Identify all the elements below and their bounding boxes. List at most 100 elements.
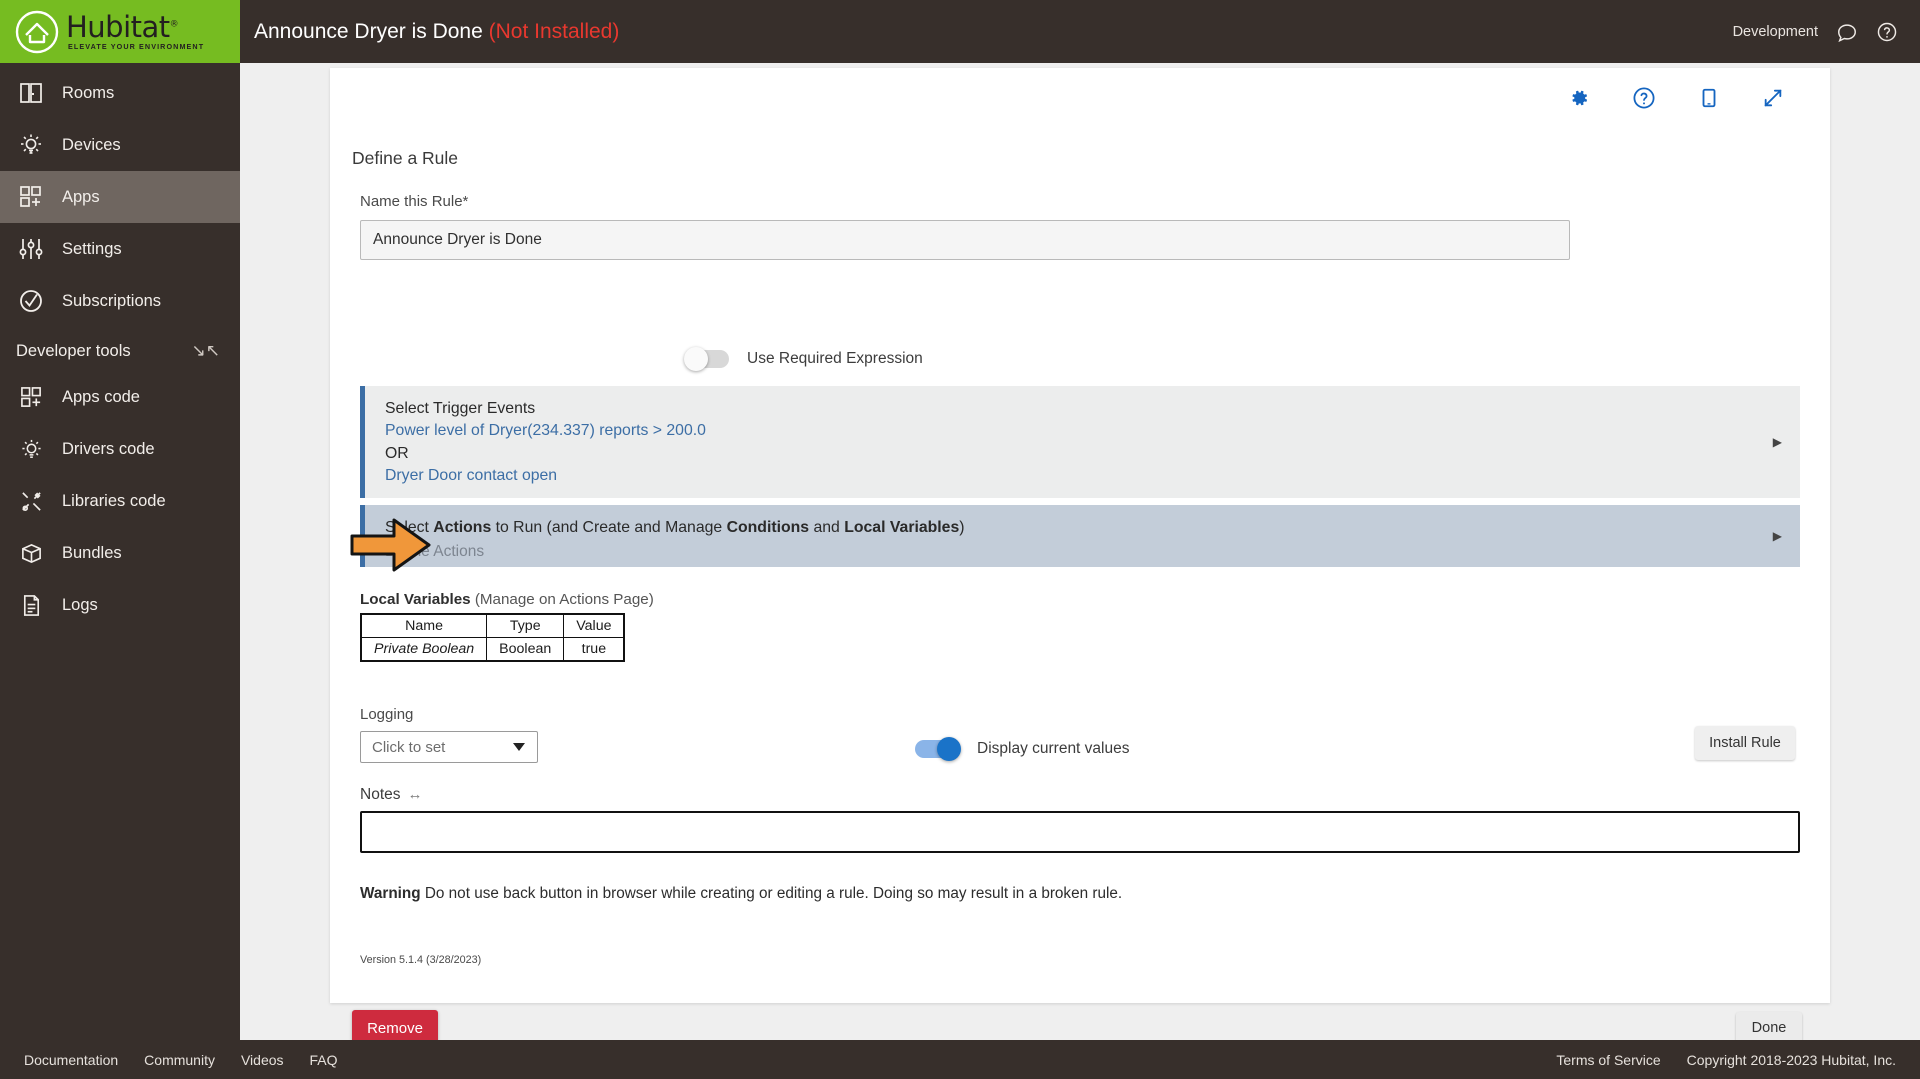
sidebar-item-rooms[interactable]: Rooms xyxy=(0,67,240,119)
chat-icon[interactable] xyxy=(1836,21,1858,43)
actions-heading-bold-actions: Actions xyxy=(433,519,492,536)
table-header-row: Name Type Value xyxy=(360,613,625,638)
sidebar-item-label: Bundles xyxy=(62,543,122,562)
warning-label: Warning xyxy=(360,885,421,902)
drivers-code-icon xyxy=(16,434,46,464)
expand-icon[interactable] xyxy=(1762,87,1784,109)
column-header-value: Value xyxy=(563,613,625,638)
hubitat-house-icon xyxy=(14,9,60,55)
footer-links-left: Documentation Community Videos FAQ xyxy=(24,1052,338,1068)
cell-variable-type: Boolean xyxy=(486,637,565,662)
rule-name-field-group: Name this Rule* xyxy=(360,193,1570,260)
required-expression-label: Use Required Expression xyxy=(747,350,923,367)
actions-heading: Select Actions to Run (and Create and Ma… xyxy=(385,517,1800,539)
libraries-code-icon xyxy=(16,486,46,516)
help-circle-icon[interactable] xyxy=(1632,86,1656,110)
sidebar: Hubitat® ELEVATE YOUR ENVIRONMENT Rooms xyxy=(0,0,240,1079)
developer-tools-header: Developer tools ↘↖ xyxy=(0,327,240,371)
chevron-down-icon xyxy=(513,743,525,751)
local-variables-section: Local Variables (Manage on Actions Page)… xyxy=(360,591,654,662)
sidebar-nav: Rooms Devices Apps Settings Subscription… xyxy=(0,63,240,1079)
actions-subtext: Define Actions xyxy=(385,543,485,561)
trigger-events-section[interactable]: Select Trigger Events Power level of Dry… xyxy=(360,386,1800,498)
actions-heading-and: and xyxy=(809,519,845,536)
resize-horizontal-icon[interactable]: ↔ xyxy=(408,786,423,803)
top-bar: Announce Dryer is Done (Not Installed) D… xyxy=(240,0,1920,63)
sidebar-item-label: Apps xyxy=(62,187,100,206)
settings-icon xyxy=(16,234,46,264)
caret-right-icon[interactable]: ▶ xyxy=(1773,435,1782,449)
footer-link-terms[interactable]: Terms of Service xyxy=(1556,1052,1660,1068)
required-expression-row: Use Required Expression xyxy=(684,347,923,371)
sidebar-item-subscriptions[interactable]: Subscriptions xyxy=(0,275,240,327)
sidebar-item-label: Devices xyxy=(62,135,121,154)
display-current-values-row: Display current values xyxy=(915,737,1130,761)
footer: Documentation Community Videos FAQ Terms… xyxy=(0,1040,1920,1079)
sidebar-item-devices[interactable]: Devices xyxy=(0,119,240,171)
rule-name-input[interactable] xyxy=(360,220,1570,260)
status-badge: (Not Installed) xyxy=(488,19,620,43)
trigger-events-heading: Select Trigger Events xyxy=(385,400,536,417)
environment-label: Development xyxy=(1732,23,1818,40)
help-circle-icon[interactable] xyxy=(1876,21,1898,43)
version-text: Version 5.1.4 (3/28/2023) xyxy=(360,954,482,966)
column-header-name: Name xyxy=(360,613,488,638)
trigger-event-line-2[interactable]: Dryer Door contact open xyxy=(385,465,1800,487)
display-current-values-label: Display current values xyxy=(977,740,1130,757)
actions-heading-pre: Select xyxy=(385,519,434,536)
sidebar-item-drivers-code[interactable]: Drivers code xyxy=(0,423,240,475)
actions-heading-close: ) xyxy=(959,519,965,536)
bundles-icon xyxy=(16,538,46,568)
apps-icon xyxy=(16,182,46,212)
sidebar-item-settings[interactable]: Settings xyxy=(0,223,240,275)
sidebar-item-bundles[interactable]: Bundles xyxy=(0,527,240,579)
display-current-values-toggle[interactable] xyxy=(915,737,961,761)
footer-links-right: Terms of Service Copyright 2018-2023 Hub… xyxy=(1556,1052,1896,1068)
brand-tagline: ELEVATE YOUR ENVIRONMENT xyxy=(68,41,205,51)
logging-select[interactable]: Click to set xyxy=(360,731,538,763)
card-toolbar xyxy=(1568,86,1784,110)
cell-variable-value: true xyxy=(563,637,625,662)
rule-name-label: Name this Rule* xyxy=(360,193,469,210)
sidebar-item-apps-code[interactable]: Apps code xyxy=(0,371,240,423)
column-header-type: Type xyxy=(486,613,565,638)
footer-copyright: Copyright 2018-2023 Hubitat, Inc. xyxy=(1686,1051,1896,1068)
required-expression-toggle[interactable] xyxy=(684,347,729,371)
developer-tools-label: Developer tools xyxy=(16,341,131,360)
install-rule-button[interactable]: Install Rule xyxy=(1695,726,1795,760)
footer-link-videos[interactable]: Videos xyxy=(241,1052,284,1068)
mobile-icon[interactable] xyxy=(1698,87,1720,109)
main-content: Define a Rule Name this Rule* Use Requir… xyxy=(240,63,1920,1056)
sidebar-item-logs[interactable]: Logs xyxy=(0,579,240,631)
table-row: Private Boolean Boolean true xyxy=(360,637,625,662)
sidebar-item-label: Libraries code xyxy=(62,491,166,510)
actions-heading-bold-localvars: Local Variables xyxy=(844,519,960,536)
warning-text: Do not use back button in browser while … xyxy=(420,885,1123,902)
brand-logo-area[interactable]: Hubitat® ELEVATE YOUR ENVIRONMENT xyxy=(0,0,240,63)
apps-code-icon xyxy=(16,382,46,412)
caret-right-icon[interactable]: ▶ xyxy=(1773,529,1782,543)
gear-icon[interactable] xyxy=(1568,87,1590,109)
sidebar-item-label: Subscriptions xyxy=(62,291,162,310)
trigger-event-line-1[interactable]: Power level of Dryer(234.337) reports > … xyxy=(385,420,1800,442)
sidebar-item-libraries-code[interactable]: Libraries code xyxy=(0,475,240,527)
cell-variable-name: Private Boolean xyxy=(360,637,488,662)
notes-textarea[interactable] xyxy=(360,811,1800,853)
footer-link-faq[interactable]: FAQ xyxy=(310,1052,338,1068)
logs-icon xyxy=(16,590,46,620)
page-title-text: Announce Dryer is Done xyxy=(254,19,483,43)
sidebar-item-label: Apps code xyxy=(62,387,140,406)
logging-label: Logging xyxy=(360,706,414,723)
logging-section: Logging Click to set xyxy=(360,706,538,763)
sidebar-item-label: Drivers code xyxy=(62,439,155,458)
rule-machine-card: Define a Rule Name this Rule* Use Requir… xyxy=(330,68,1830,1046)
hubitat-app-window: Hubitat® ELEVATE YOUR ENVIRONMENT Rooms xyxy=(0,0,1920,1079)
notes-label: Notes ↔ xyxy=(360,786,1800,804)
page-title: Announce Dryer is Done (Not Installed) xyxy=(254,20,619,44)
sidebar-item-apps[interactable]: Apps xyxy=(0,171,240,223)
footer-link-documentation[interactable]: Documentation xyxy=(24,1052,118,1068)
collapse-icon[interactable]: ↘↖ xyxy=(192,341,221,361)
local-variables-table: Name Type Value Private Boolean Boolean … xyxy=(360,613,626,662)
actions-section[interactable]: Select Actions to Run (and Create and Ma… xyxy=(360,505,1800,567)
footer-link-community[interactable]: Community xyxy=(144,1052,215,1068)
